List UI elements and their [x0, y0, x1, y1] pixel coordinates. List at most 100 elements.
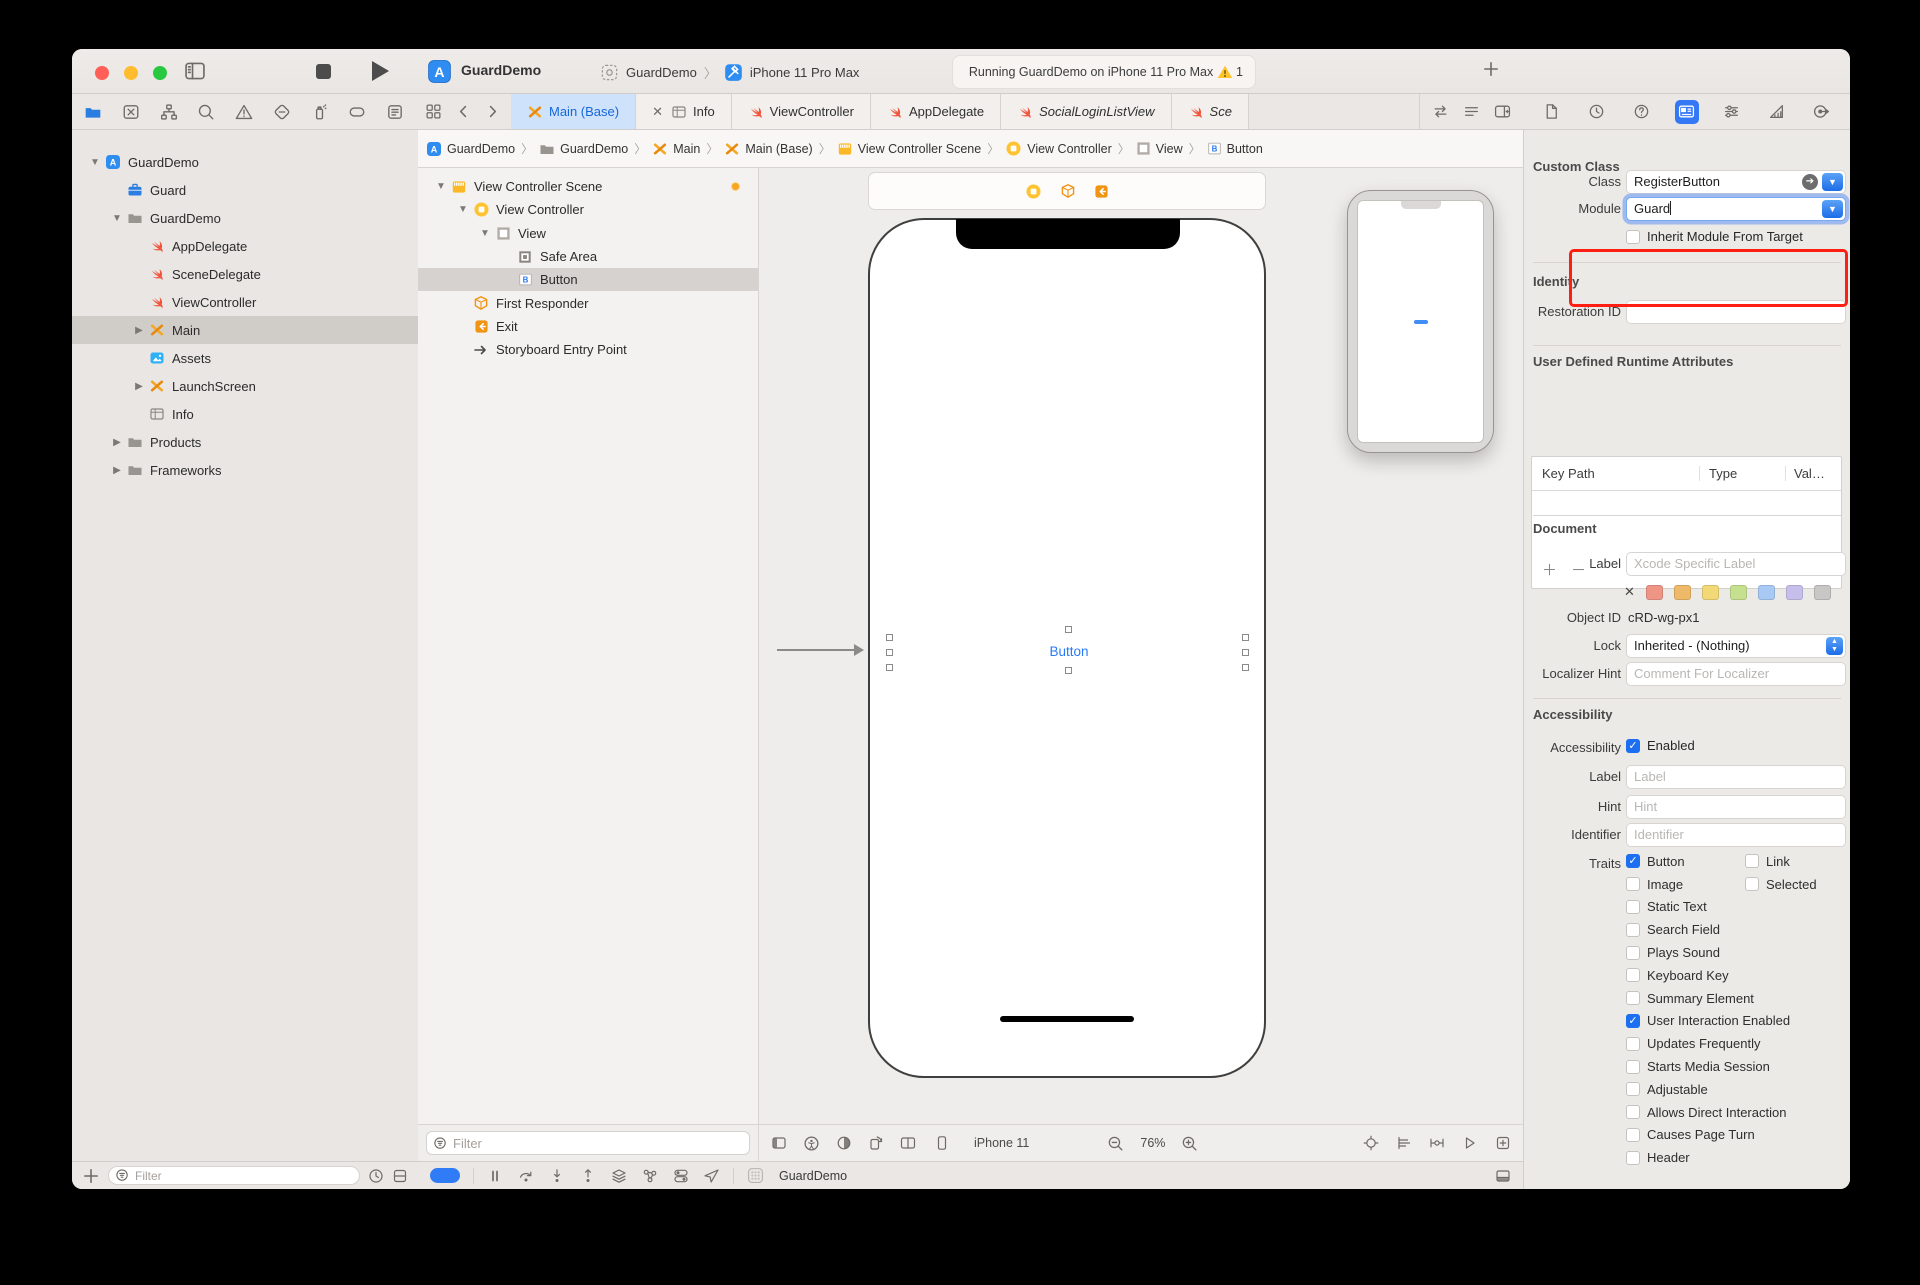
navigator-row-main[interactable]: ▶ Main — [72, 316, 418, 344]
trait-checkbox-updates-frequently[interactable] — [1626, 1036, 1640, 1051]
trait-checkbox-search-field[interactable] — [1626, 922, 1640, 937]
resize-handle[interactable] — [1242, 649, 1249, 656]
storyboard-canvas[interactable]: Button — [759, 168, 1523, 1124]
close-window-button[interactable] — [95, 66, 109, 80]
label-color-chip[interactable] — [1645, 584, 1663, 600]
chevron-down-icon[interactable]: ▼ — [454, 204, 472, 215]
appearance-icon[interactable] — [836, 1135, 852, 1151]
connections-inspector-icon[interactable] — [1810, 100, 1834, 124]
trait-checkbox-causes-page-turn[interactable] — [1626, 1127, 1640, 1142]
orientation-icon[interactable] — [868, 1135, 884, 1151]
label-color-chip[interactable] — [1701, 584, 1719, 600]
zoom-window-button[interactable] — [153, 66, 167, 80]
outline-row-view-controller-scene[interactable]: ▼ View Controller Scene — [418, 175, 758, 198]
scheme-selector[interactable]: GuardDemo 〉 iPhone 11 Pro Max — [600, 56, 859, 88]
symbol-navigator-icon[interactable] — [160, 103, 178, 121]
resolve-layout-icon[interactable] — [1462, 1135, 1478, 1151]
trait-checkbox-static-text[interactable] — [1626, 899, 1640, 914]
resize-handle[interactable] — [886, 634, 893, 641]
resize-handle[interactable] — [1065, 667, 1072, 674]
trait-checkbox-allows-direct-interaction[interactable] — [1626, 1105, 1640, 1120]
simulate-location-icon[interactable] — [704, 1168, 720, 1184]
chevron-right-icon[interactable]: ▶ — [130, 325, 148, 336]
breadcrumb-item[interactable]: B Button — [1207, 141, 1263, 156]
navigator-filter-input[interactable]: Filter — [108, 1166, 360, 1185]
back-button[interactable] — [449, 94, 478, 129]
lock-stepper-icon[interactable]: ▲ ▼ — [1826, 637, 1843, 655]
zoom-level[interactable]: 76% — [1140, 1136, 1165, 1150]
navigator-row-viewcontroller[interactable]: ViewController — [72, 288, 418, 316]
zoom-out-icon[interactable] — [1107, 1135, 1124, 1152]
tab-info[interactable]: ✕ Info — [636, 94, 732, 129]
quick-help-icon[interactable] — [1630, 100, 1654, 124]
outline-filter-input[interactable]: Filter — [426, 1131, 750, 1155]
chevron-right-icon[interactable]: ▶ — [130, 381, 148, 392]
step-into-icon[interactable] — [549, 1168, 565, 1184]
breadcrumb-item[interactable]: A GuardDemo — [426, 141, 515, 157]
trait-checkbox-image[interactable] — [1626, 877, 1640, 892]
clear-color-button[interactable]: ✕ — [1624, 584, 1635, 600]
navigator-row-appdelegate[interactable]: AppDelegate — [72, 232, 418, 260]
zoom-in-icon[interactable] — [1181, 1135, 1198, 1152]
minimize-window-button[interactable] — [124, 66, 138, 80]
tab-appdelegate[interactable]: AppDelegate — [870, 94, 1002, 129]
breadcrumb-item[interactable]: GuardDemo — [539, 141, 628, 157]
resize-handle[interactable] — [1242, 664, 1249, 671]
label-color-chip[interactable] — [1673, 584, 1691, 600]
class-field[interactable]: RegisterButton ➔ ▼ — [1626, 170, 1846, 194]
stop-button[interactable] — [316, 64, 331, 79]
breakpoint-navigator-icon[interactable] — [348, 103, 366, 121]
console-toggle-icon[interactable] — [1495, 1168, 1511, 1184]
resize-handle[interactable] — [886, 664, 893, 671]
first-responder-dock-icon[interactable] — [1060, 183, 1076, 199]
split-view-icon[interactable] — [900, 1135, 916, 1151]
lock-dropdown[interactable]: Inherited - (Nothing) ▲ ▼ — [1626, 634, 1846, 658]
selected-button[interactable]: Button — [1046, 644, 1092, 659]
navigator-row-guarddemo[interactable]: ▼ A GuardDemo — [72, 148, 418, 176]
add-file-icon[interactable] — [82, 1167, 100, 1185]
warning-badge[interactable]: 1 — [1217, 64, 1243, 80]
trait-checkbox-header[interactable] — [1626, 1150, 1640, 1165]
step-over-icon[interactable] — [518, 1168, 534, 1184]
tab-viewcontroller[interactable]: ViewController — [731, 94, 871, 129]
exit-dock-icon[interactable] — [1094, 184, 1109, 199]
view-controller-scene[interactable]: Button — [868, 218, 1266, 1078]
source-control-icon[interactable] — [122, 103, 140, 121]
related-items-icon[interactable] — [418, 94, 449, 129]
breadcrumb-item[interactable]: Main (Base) — [724, 141, 813, 157]
toggle-navigator-icon[interactable] — [184, 60, 206, 82]
document-label-field[interactable]: Xcode Specific Label — [1626, 552, 1846, 576]
navigator-row-guard[interactable]: Guard — [72, 176, 418, 204]
trait-checkbox-link[interactable] — [1745, 854, 1759, 869]
label-color-chip[interactable] — [1757, 584, 1775, 600]
accessibility-preview-icon[interactable] — [803, 1135, 820, 1152]
breadcrumb-item[interactable]: View Controller Scene — [837, 141, 981, 157]
outline-row-exit[interactable]: Exit — [418, 315, 758, 338]
navigator-row-frameworks[interactable]: ▶ Frameworks — [72, 456, 418, 484]
breadcrumb-item[interactable]: View — [1136, 141, 1183, 156]
acc-label-field[interactable]: Label — [1626, 765, 1846, 789]
navigator-row-assets[interactable]: Assets — [72, 344, 418, 372]
localizer-hint-field[interactable]: Comment For Localizer — [1626, 662, 1846, 686]
outline-row-view[interactable]: ▼ View — [418, 222, 758, 245]
resize-handle[interactable] — [1242, 634, 1249, 641]
chevron-down-icon[interactable]: ▼ — [476, 228, 494, 239]
breadcrumb-item[interactable]: View Controller — [1005, 140, 1112, 157]
editor-options-icon[interactable] — [1463, 103, 1480, 120]
issue-navigator-icon[interactable] — [235, 103, 253, 121]
identity-inspector-icon[interactable] — [1674, 99, 1699, 124]
class-dropdown-icon[interactable]: ▼ — [1822, 173, 1843, 191]
tab-sce[interactable]: Sce — [1171, 94, 1249, 129]
step-out-icon[interactable] — [580, 1168, 596, 1184]
add-constraints-icon[interactable] — [1429, 1135, 1445, 1151]
attributes-inspector-icon[interactable] — [1720, 100, 1744, 124]
history-inspector-icon[interactable] — [1585, 100, 1609, 124]
align-icon[interactable] — [1396, 1135, 1412, 1151]
navigator-row-products[interactable]: ▶ Products — [72, 428, 418, 456]
scm-filter-icon[interactable] — [392, 1168, 408, 1184]
label-color-chip[interactable] — [1813, 584, 1831, 600]
view-hierarchy-icon[interactable] — [611, 1168, 627, 1184]
trait-checkbox-adjustable[interactable] — [1626, 1082, 1640, 1097]
trait-checkbox-user-interaction-enabled[interactable]: ✓ — [1626, 1013, 1640, 1028]
view-controller-dock-icon[interactable] — [1025, 183, 1042, 200]
